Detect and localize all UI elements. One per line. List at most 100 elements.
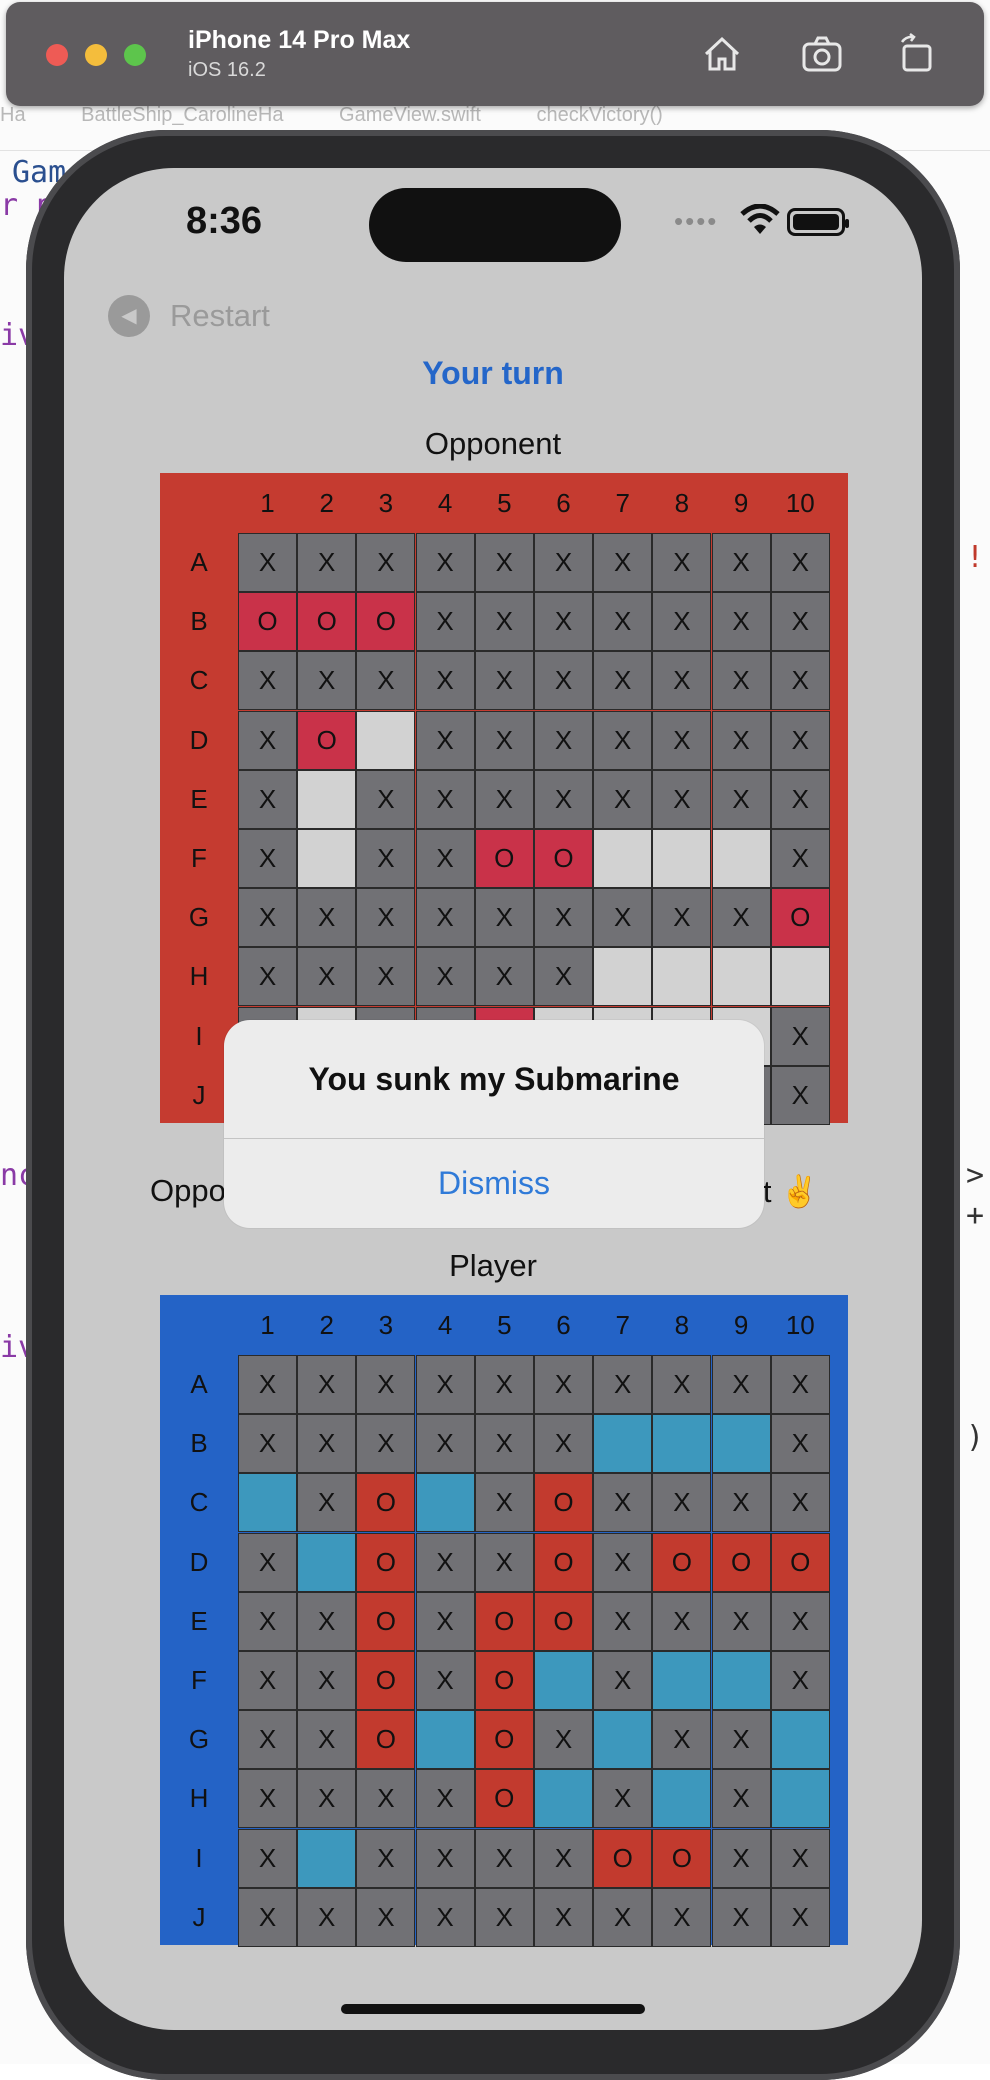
board-cell[interactable]: O: [770, 1532, 830, 1592]
board-cell[interactable]: [534, 1769, 593, 1829]
board-cell[interactable]: X: [711, 1355, 771, 1414]
board-cell[interactable]: O: [474, 829, 534, 888]
board-cell[interactable]: X: [415, 1828, 475, 1888]
board-cell[interactable]: O: [356, 1473, 416, 1533]
board-cell[interactable]: X: [652, 888, 712, 948]
board-cell[interactable]: X: [474, 1828, 534, 1888]
board-cell[interactable]: X: [770, 1414, 830, 1474]
board-cell[interactable]: X: [415, 947, 475, 1007]
board-cell[interactable]: X: [770, 710, 830, 770]
board-cell[interactable]: X: [593, 651, 653, 711]
board-cell[interactable]: X: [593, 1769, 653, 1829]
board-cell[interactable]: O: [534, 1473, 593, 1533]
board-cell[interactable]: [297, 1532, 357, 1592]
board-cell[interactable]: X: [711, 769, 771, 829]
board-cell[interactable]: X: [770, 1473, 830, 1533]
board-cell[interactable]: X: [770, 651, 830, 711]
board-cell[interactable]: X: [770, 829, 830, 888]
board-cell[interactable]: X: [238, 888, 297, 948]
board-cell[interactable]: O: [770, 888, 830, 948]
rotate-icon[interactable]: [894, 32, 938, 76]
board-cell[interactable]: X: [415, 1769, 475, 1829]
board-cell[interactable]: X: [474, 533, 534, 592]
board-cell[interactable]: X: [356, 1355, 416, 1414]
board-cell[interactable]: X: [415, 651, 475, 711]
board-cell[interactable]: X: [297, 1651, 357, 1710]
board-cell[interactable]: [711, 1651, 771, 1710]
board-cell[interactable]: [238, 1473, 297, 1533]
board-cell[interactable]: X: [238, 533, 297, 592]
board-cell[interactable]: X: [297, 1414, 357, 1474]
board-cell[interactable]: O: [593, 1828, 653, 1888]
board-cell[interactable]: X: [297, 888, 357, 948]
board-cell[interactable]: X: [356, 829, 416, 888]
board-cell[interactable]: X: [711, 1591, 771, 1651]
breadcrumb-item[interactable]: checkVictory(): [537, 104, 663, 126]
board-cell[interactable]: O: [356, 1532, 416, 1592]
board-cell[interactable]: O: [238, 592, 297, 652]
board-cell[interactable]: [652, 1414, 712, 1474]
board-cell[interactable]: X: [297, 533, 357, 592]
board-cell[interactable]: X: [297, 947, 357, 1007]
board-cell[interactable]: [711, 829, 771, 888]
board-cell[interactable]: [770, 1710, 830, 1770]
board-cell[interactable]: X: [593, 888, 653, 948]
board-cell[interactable]: X: [356, 533, 416, 592]
home-icon[interactable]: [700, 32, 744, 76]
board-cell[interactable]: X: [593, 1591, 653, 1651]
board-cell[interactable]: X: [534, 1828, 593, 1888]
board-cell[interactable]: X: [356, 769, 416, 829]
board-cell[interactable]: X: [593, 1651, 653, 1710]
board-cell[interactable]: X: [474, 1414, 534, 1474]
board-cell[interactable]: X: [474, 769, 534, 829]
board-cell[interactable]: [593, 1710, 653, 1770]
board-cell[interactable]: [415, 1710, 475, 1770]
board-cell[interactable]: X: [238, 1828, 297, 1888]
board-cell[interactable]: O: [474, 1769, 534, 1829]
board-cell[interactable]: [711, 1414, 771, 1474]
board-cell[interactable]: X: [474, 1532, 534, 1592]
board-cell[interactable]: O: [297, 592, 357, 652]
board-cell[interactable]: X: [770, 533, 830, 592]
board-cell[interactable]: X: [534, 888, 593, 948]
board-cell[interactable]: X: [593, 710, 653, 770]
board-cell[interactable]: X: [238, 1710, 297, 1770]
board-cell[interactable]: X: [415, 1651, 475, 1710]
board-cell[interactable]: X: [297, 1887, 357, 1947]
board-cell[interactable]: X: [415, 829, 475, 888]
board-cell[interactable]: X: [415, 1355, 475, 1414]
board-cell[interactable]: X: [711, 533, 771, 592]
board-cell[interactable]: X: [593, 1473, 653, 1533]
board-cell[interactable]: X: [474, 1887, 534, 1947]
board-cell[interactable]: X: [238, 1769, 297, 1829]
board-cell[interactable]: X: [238, 1887, 297, 1947]
board-cell[interactable]: X: [770, 1355, 830, 1414]
board-cell[interactable]: X: [593, 769, 653, 829]
board-cell[interactable]: O: [652, 1532, 712, 1592]
board-cell[interactable]: [652, 947, 712, 1007]
board-cell[interactable]: X: [534, 651, 593, 711]
breadcrumb-item[interactable]: BattleShip_CarolineHa: [81, 104, 283, 126]
board-cell[interactable]: X: [652, 769, 712, 829]
board-cell[interactable]: X: [238, 1651, 297, 1710]
board-cell[interactable]: [534, 1651, 593, 1710]
board-cell[interactable]: X: [474, 947, 534, 1007]
board-cell[interactable]: X: [356, 1414, 416, 1474]
board-cell[interactable]: X: [297, 1473, 357, 1533]
dismiss-button[interactable]: Dismiss: [224, 1139, 764, 1228]
board-cell[interactable]: [356, 710, 416, 770]
board-cell[interactable]: [652, 1651, 712, 1710]
board-cell[interactable]: X: [534, 1887, 593, 1947]
board-cell[interactable]: X: [770, 592, 830, 652]
board-cell[interactable]: O: [356, 1591, 416, 1651]
board-cell[interactable]: X: [534, 1710, 593, 1770]
board-cell[interactable]: X: [770, 1006, 830, 1066]
board-cell[interactable]: X: [711, 1769, 771, 1829]
board-cell[interactable]: X: [652, 1355, 712, 1414]
board-cell[interactable]: X: [534, 533, 593, 592]
board-cell[interactable]: X: [474, 1355, 534, 1414]
board-cell[interactable]: [415, 1473, 475, 1533]
board-cell[interactable]: X: [297, 1769, 357, 1829]
board-cell[interactable]: X: [534, 1355, 593, 1414]
board-cell[interactable]: O: [297, 710, 357, 770]
